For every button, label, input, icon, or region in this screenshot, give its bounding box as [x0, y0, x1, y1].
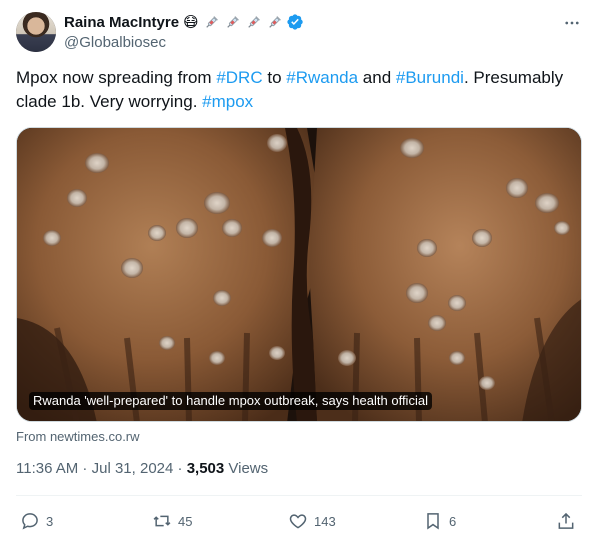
syringe-icon: [268, 15, 281, 28]
repost-count: 45: [178, 513, 193, 529]
more-button[interactable]: [561, 12, 583, 34]
bookmark-button[interactable]: 6: [423, 507, 456, 535]
reply-icon: [22, 513, 38, 530]
syringe-icon: [205, 15, 218, 28]
repost-icon: [153, 515, 171, 527]
syringe-icon: [226, 15, 239, 28]
action-bar: 3 45 143 6: [0, 507, 598, 535]
link-card-source[interactable]: From newtimes.co.rw: [16, 429, 140, 444]
author-handle[interactable]: @Globalbiosec: [64, 34, 166, 51]
link-card-image[interactable]: Rwanda 'well-prepared' to handle mpox ou…: [16, 127, 582, 422]
hashtag-mpox[interactable]: #mpox: [202, 92, 253, 111]
mask-emoji: 😷: [183, 12, 199, 31]
tweet-text: Mpox now spreading from #DRC to #Rwanda …: [16, 66, 582, 114]
tweet-text-segment: Mpox now spreading from: [16, 68, 217, 87]
tweet-text-segment: and: [358, 68, 396, 87]
like-button[interactable]: 143: [288, 507, 336, 535]
views-count: 3,503: [186, 460, 225, 477]
views-label: Views: [224, 460, 269, 477]
meta-separator: ·: [173, 460, 187, 477]
like-icon: [289, 514, 307, 529]
meta-separator: ·: [78, 460, 92, 477]
bookmark-icon: [427, 513, 439, 530]
tweet-meta: 11:36 AM · Jul 31, 2024 · 3,503 Views: [16, 460, 268, 477]
tweet-date[interactable]: Jul 31, 2024: [92, 460, 174, 477]
author-display-name[interactable]: Raina MacIntyre: [64, 14, 179, 31]
repost-button[interactable]: 45: [152, 507, 192, 535]
hashtag-rwanda[interactable]: #Rwanda: [286, 68, 358, 87]
hashtag-drc[interactable]: #DRC: [216, 68, 262, 87]
share-button[interactable]: [556, 507, 582, 535]
hashtag-burundi[interactable]: #Burundi: [396, 68, 464, 87]
tweet-time[interactable]: 11:36 AM: [16, 460, 78, 477]
share-icon: [558, 512, 574, 529]
divider: [16, 495, 582, 496]
tweet: Raina MacIntyre 😷 @Globalbiosec Mpox now…: [0, 0, 598, 543]
tweet-text-segment: to: [262, 68, 287, 87]
reply-button[interactable]: 3: [20, 507, 53, 535]
avatar[interactable]: [16, 12, 56, 52]
link-card-title: Rwanda 'well-prepared' to handle mpox ou…: [29, 392, 432, 410]
reply-count: 3: [46, 513, 54, 529]
hands-photo: [17, 128, 581, 421]
bookmark-count: 6: [449, 513, 457, 529]
more-icon: [565, 21, 579, 25]
like-count: 143: [314, 513, 336, 529]
author-name-row: Raina MacIntyre 😷: [64, 12, 304, 32]
syringe-icon: [247, 15, 260, 28]
verified-icon: [287, 14, 303, 30]
